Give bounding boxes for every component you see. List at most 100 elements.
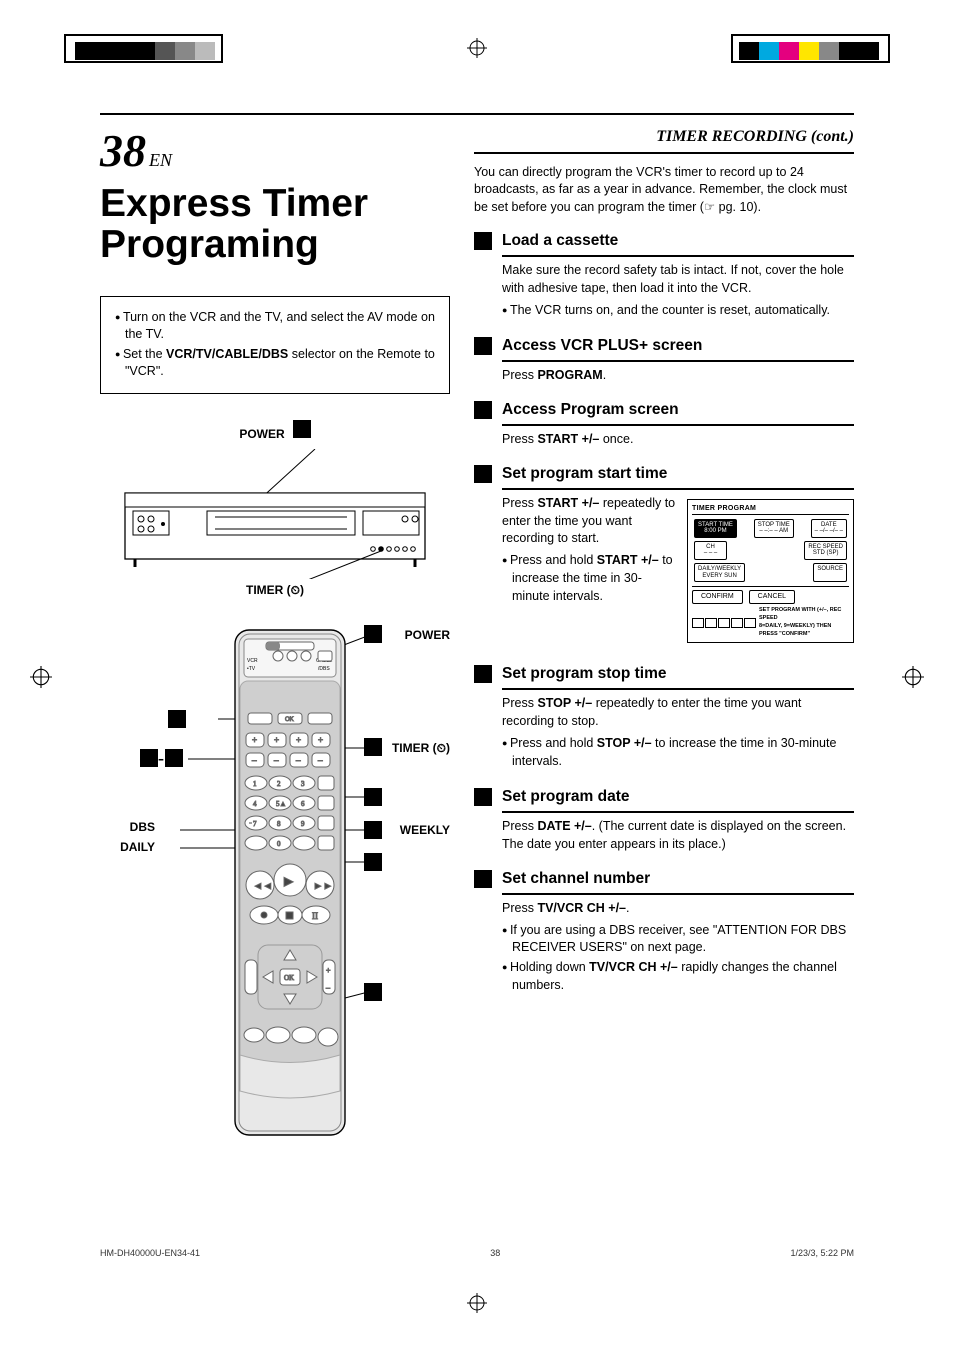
svg-text:►►: ►► xyxy=(313,881,333,892)
step-marker-icon xyxy=(474,232,492,250)
step-text: Make sure the record safety tab is intac… xyxy=(502,262,854,298)
step-rule xyxy=(502,488,854,490)
step: Load a cassette Make sure the record safe… xyxy=(474,230,854,321)
step-heading: Access Program screen xyxy=(502,399,854,421)
callout-box-icon xyxy=(364,788,382,806)
osd-footnote: SET PROGRAM WITH (+/–, REC SPEED 8=DAILY… xyxy=(692,607,849,638)
step-body: Set program stop time Press STOP +/– repe… xyxy=(502,663,854,772)
svg-text:+: + xyxy=(252,735,257,745)
step: Set program date Press DATE +/–. (The cur… xyxy=(474,786,854,854)
step-body: Access VCR PLUS+ screen Press PROGRAM. xyxy=(502,335,854,385)
step-bullet-item: Press and hold STOP +/– to increase the … xyxy=(502,735,854,771)
svg-text:2: 2 xyxy=(277,780,281,788)
step-bullet-list: The VCR turns on, and the counter is res… xyxy=(502,302,854,320)
step-body: Load a cassette Make sure the record safe… xyxy=(502,230,854,321)
footer-file: HM-DH40000U-EN34-41 xyxy=(100,1248,200,1258)
step-text: Press TV/VCR CH +/–. xyxy=(502,900,854,918)
callout-box-icon xyxy=(364,821,382,839)
svg-text:II: II xyxy=(312,911,318,921)
osd-rec-speed: REC SPEEDSTD (SP) xyxy=(804,541,847,560)
svg-text:7: 7 xyxy=(253,820,257,828)
step: Set program start time TIMER PROGRAM STA… xyxy=(474,463,854,650)
callout-box-icon xyxy=(168,710,186,728)
vcr-power-label: POWER xyxy=(239,427,284,441)
callout-box-icon xyxy=(364,625,382,643)
step-heading: Set program date xyxy=(502,786,854,808)
step-bullet-item: The VCR turns on, and the counter is res… xyxy=(502,302,854,320)
osd-cancel-button: CANCEL xyxy=(749,590,795,604)
callout-box-icon xyxy=(364,983,382,1001)
step-rule xyxy=(502,893,854,895)
svg-text:–: – xyxy=(273,755,279,765)
step-marker-icon xyxy=(474,788,492,806)
step-text: Press PROGRAM. xyxy=(502,367,854,385)
step-marker-icon xyxy=(474,337,492,355)
callout-box-icon xyxy=(364,738,382,756)
osd-title: TIMER PROGRAM xyxy=(692,504,849,514)
svg-text:1: 1 xyxy=(253,780,257,788)
remote-weekly-label: WEEKLY xyxy=(400,823,450,837)
step-text: Press DATE +/–. (The current date is dis… xyxy=(502,818,854,854)
svg-text:•TV: •TV xyxy=(247,666,256,672)
svg-text:–: – xyxy=(317,755,323,765)
svg-text:6: 6 xyxy=(301,800,305,808)
svg-text:–: – xyxy=(295,755,301,765)
running-head: TIMER RECORDING (cont.) xyxy=(474,128,854,146)
svg-text:+: + xyxy=(318,735,323,745)
step-body: Access Program screenPress START +/– onc… xyxy=(502,399,854,449)
remote-dbs-label: DBS xyxy=(130,820,155,834)
svg-text:0: 0 xyxy=(277,840,281,848)
step: Access VCR PLUS+ screen Press PROGRAM. xyxy=(474,335,854,385)
step-body: Set program date Press DATE +/–. (The cur… xyxy=(502,786,854,854)
step-text: Press STOP +/– repeatedly to enter the t… xyxy=(502,695,854,731)
step-heading: Set program start time xyxy=(502,463,854,485)
step-bullet-item: Holding down TV/VCR CH +/– rapidly chang… xyxy=(502,959,854,995)
step-heading: Set channel number xyxy=(502,868,854,890)
svg-text:5▲: 5▲ xyxy=(276,800,286,808)
remote-diagram: POWER TIMER (⏲) WEEKLY DBS DAILY - xyxy=(100,625,450,1155)
callout-box-icon xyxy=(364,853,382,871)
page-title: Express Timer Programing xyxy=(100,184,450,266)
osd-date: DATE– –/– –/– – xyxy=(811,519,847,538)
svg-text:▶: ▶ xyxy=(284,874,294,888)
svg-text:OK: OK xyxy=(285,717,294,723)
svg-text:◄◄: ◄◄ xyxy=(253,881,273,892)
remote-power-label: POWER xyxy=(405,628,450,642)
svg-text:+: + xyxy=(296,735,301,745)
step-bullet-list: If you are using a DBS receiver, see "AT… xyxy=(502,922,854,995)
step-rule xyxy=(502,811,854,813)
osd-ch: CH– – – xyxy=(694,541,727,560)
osd-source: SOURCE xyxy=(813,563,847,582)
step-rule xyxy=(502,255,854,257)
step: Set channel number Press TV/VCR CH +/–. If… xyxy=(474,868,854,997)
svg-text:8: 8 xyxy=(277,820,281,828)
step-rule xyxy=(502,424,854,426)
registration-mark-icon xyxy=(467,38,487,58)
step-heading: Load a cassette xyxy=(502,230,854,252)
svg-text:4: 4 xyxy=(253,800,257,808)
registration-mark-icon xyxy=(30,666,52,688)
svg-text:9: 9 xyxy=(301,820,305,828)
step-marker-icon xyxy=(474,870,492,888)
setup-note-item: Set the VCR/TV/CABLE/DBS selector on the… xyxy=(115,346,435,381)
intro-text: You can directly program the VCR's timer… xyxy=(474,164,854,217)
svg-text:VCR: VCR xyxy=(247,658,258,664)
setup-note-item: Turn on the VCR and the TV, and select t… xyxy=(115,309,435,344)
svg-text:+: + xyxy=(274,735,279,745)
setup-note-list: Turn on the VCR and the TV, and select t… xyxy=(115,309,435,381)
step: Access Program screenPress START +/– onc… xyxy=(474,399,854,449)
step-heading: Access VCR PLUS+ screen xyxy=(502,335,854,357)
osd-start-time: START TIME8:00 PM xyxy=(694,519,737,538)
page-number-value: 38 xyxy=(100,125,146,176)
step-marker-icon xyxy=(474,401,492,419)
step-marker-icon xyxy=(474,665,492,683)
step-heading: Set program stop time xyxy=(502,663,854,685)
step-marker-icon xyxy=(474,465,492,483)
svg-text:3: 3 xyxy=(301,780,305,788)
footer-datetime: 1/23/3, 5:22 PM xyxy=(790,1248,854,1258)
osd-daily-weekly: DAILY/WEEKLYEVERY SUN xyxy=(694,563,745,582)
page-footer: HM-DH40000U-EN34-41 38 1/23/3, 5:22 PM xyxy=(100,1248,854,1258)
step-rule xyxy=(502,360,854,362)
registration-mark-icon xyxy=(902,666,924,688)
step-rule xyxy=(502,688,854,690)
